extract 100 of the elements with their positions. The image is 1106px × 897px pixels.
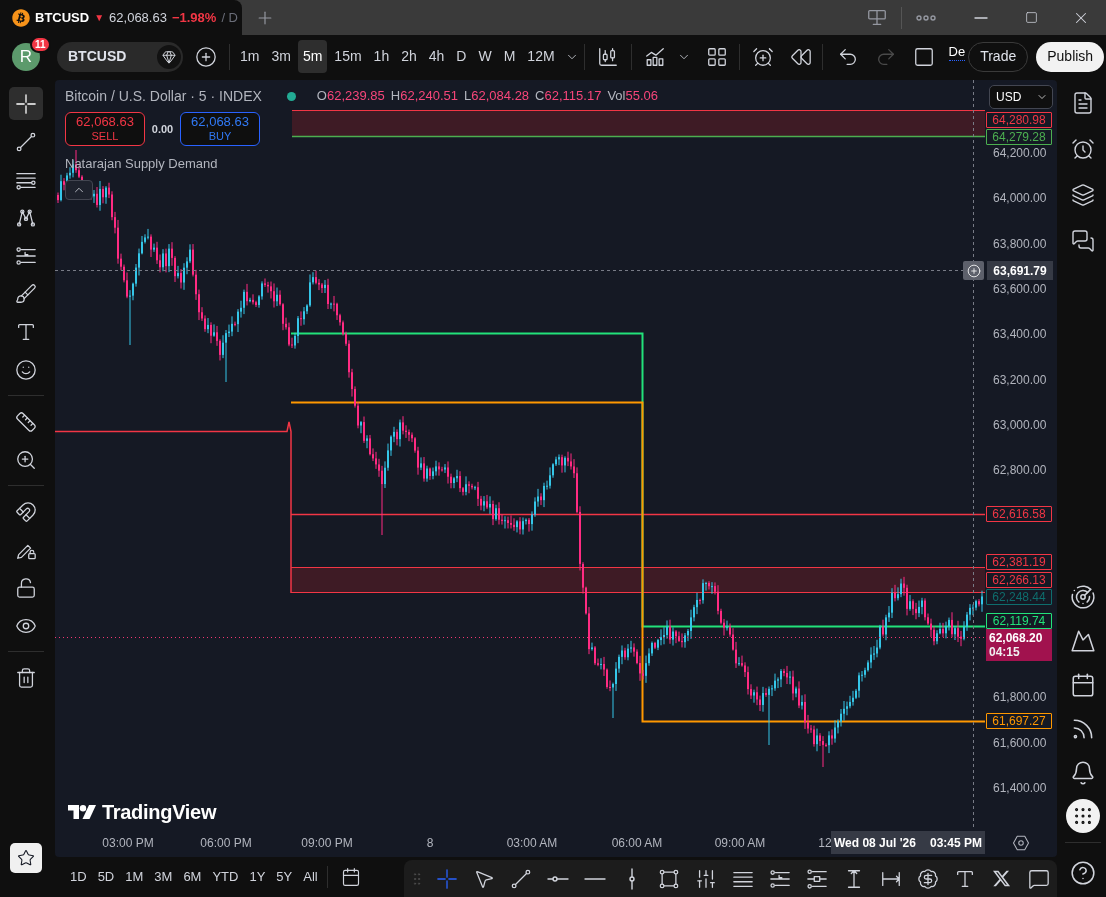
symbol-search[interactable]: BTCUSD	[57, 41, 183, 72]
time-axis-label: 06:00 PM	[200, 835, 252, 851]
interval-button[interactable]: 3m	[266, 40, 296, 73]
ohlc-value: H62,240.51	[390, 87, 459, 106]
range-button[interactable]: 3M	[149, 863, 178, 891]
bell-icon	[1070, 760, 1096, 786]
price-axis-label: 64,000.00	[993, 190, 1047, 206]
time-label: 03:45 PM	[930, 834, 982, 852]
price-tag: 62,248.44	[986, 589, 1052, 605]
dots-grid-icon	[1072, 805, 1094, 827]
sell-button[interactable]: 62,068.63 SELL	[65, 112, 145, 146]
crosshair-icon	[435, 867, 458, 890]
ohlc-value: L62,084.28	[464, 87, 530, 106]
menu-label[interactable]: De	[948, 44, 966, 61]
range-button[interactable]: 1M	[120, 863, 149, 891]
interval-button[interactable]: 1m	[235, 40, 265, 73]
help-icon	[1070, 860, 1096, 886]
range-button[interactable]: All	[298, 863, 323, 891]
ruler-icon	[15, 410, 37, 433]
range-button[interactable]: 6M	[178, 863, 207, 891]
square-icon	[912, 45, 935, 68]
apps-button[interactable]	[1066, 799, 1100, 833]
lines-icon	[15, 244, 37, 267]
time-axis-label: 12	[818, 835, 832, 851]
line-icon	[509, 867, 532, 890]
collapse-button[interactable]	[65, 179, 93, 200]
price-axis-label: 61,600.00	[993, 735, 1047, 751]
price-axis-label: 61,800.00	[993, 689, 1047, 705]
alarm-clock-icon	[1071, 137, 1095, 161]
interval-button[interactable]: D	[451, 40, 472, 73]
lines-icon	[768, 867, 791, 890]
gem-icon	[157, 44, 181, 69]
mountain-icon	[1070, 628, 1096, 654]
price-tag: 62,381.19	[986, 554, 1052, 570]
interval-button[interactable]: 1h	[368, 40, 395, 73]
price-axis-label: 61,400.00	[993, 780, 1047, 796]
candles-icon	[596, 45, 619, 68]
ohlc-value: O62,239.85	[316, 87, 385, 106]
favorites-button[interactable]	[10, 843, 42, 873]
crosshair-tool[interactable]	[9, 87, 43, 120]
price-tag: 62,616.58	[986, 506, 1052, 522]
symbol-tab[interactable]: BTCUSD ▼ 62,068.63 −1.98% / D	[0, 0, 242, 35]
interval-button[interactable]: M	[498, 40, 521, 73]
dollar-badge-icon	[916, 867, 939, 890]
range-button[interactable]: 5Y	[271, 863, 298, 891]
crosshair-icon	[15, 92, 37, 115]
time-axis-label: 8	[426, 835, 434, 851]
padlock-icon	[15, 576, 37, 599]
radar-icon	[1070, 584, 1096, 610]
coin-icon	[12, 8, 30, 27]
ohlc-value: Vol55.06	[607, 87, 658, 106]
price-axis-label: 63,200.00	[993, 372, 1047, 388]
zigzag-icon	[15, 206, 37, 229]
line-icon	[15, 130, 37, 153]
add-level-button[interactable]	[963, 261, 984, 280]
buy-button[interactable]: 62,068.63 BUY	[180, 112, 260, 146]
ray-icon	[546, 875, 569, 882]
star-icon	[17, 849, 35, 867]
price-axis-label: 63,800.00	[993, 236, 1047, 252]
interval-button[interactable]: 5m	[297, 40, 328, 73]
price-tag: 62,119.74	[986, 613, 1052, 629]
price-tag: 62,266.13	[986, 572, 1052, 588]
grid-icon	[705, 45, 728, 68]
bar-chart-icon	[643, 45, 666, 68]
time-axis-label: 09:00 AM	[714, 835, 766, 851]
document-icon	[1071, 91, 1095, 115]
time-axis-label: 06:00 AM	[611, 835, 663, 851]
range-button[interactable]: 1D	[65, 863, 92, 891]
notification-badge: 11	[30, 35, 51, 53]
price-axis-label: 63,400.00	[993, 326, 1047, 342]
chart-title: Bitcoin / U.S. Dollar · 5 · INDEX	[65, 86, 262, 106]
vertical-line-icon	[628, 867, 635, 890]
layers-icon	[1071, 183, 1095, 207]
range-button[interactable]: 1Y	[244, 863, 271, 891]
range-button[interactable]: YTD	[207, 863, 244, 891]
interval-button[interactable]: 15m	[329, 40, 367, 73]
calendar-icon	[340, 867, 361, 887]
publish-button[interactable]: Publish	[1036, 41, 1105, 72]
plus-circle-icon	[966, 263, 981, 278]
chat-icon	[1071, 229, 1095, 253]
interval-button[interactable]: 12M	[522, 40, 560, 73]
magnet-icon	[15, 500, 37, 523]
currency-dropdown[interactable]: USD	[989, 85, 1053, 109]
price-axis-label: 63,600.00	[993, 281, 1047, 297]
interval-button[interactable]: W	[473, 40, 497, 73]
countdown-label: 04:15	[989, 645, 1021, 659]
price-label: 62,068.20	[989, 631, 1044, 645]
lines-icon	[805, 867, 828, 890]
x-logo-icon	[992, 869, 1011, 888]
trash-icon	[15, 666, 37, 689]
interval-button[interactable]: 2h	[396, 40, 422, 73]
comment-icon	[1027, 867, 1050, 890]
smiley-icon	[15, 358, 37, 381]
sliders-icon	[694, 867, 717, 890]
time-axis-label: 09:00 PM	[301, 835, 353, 851]
rectangle-icon	[657, 867, 680, 890]
range-button[interactable]: 5D	[92, 863, 120, 891]
price-tag: 64,279.28	[986, 129, 1052, 145]
horizontal-line-icon	[583, 877, 606, 880]
interval-button[interactable]: 4h	[423, 40, 450, 73]
